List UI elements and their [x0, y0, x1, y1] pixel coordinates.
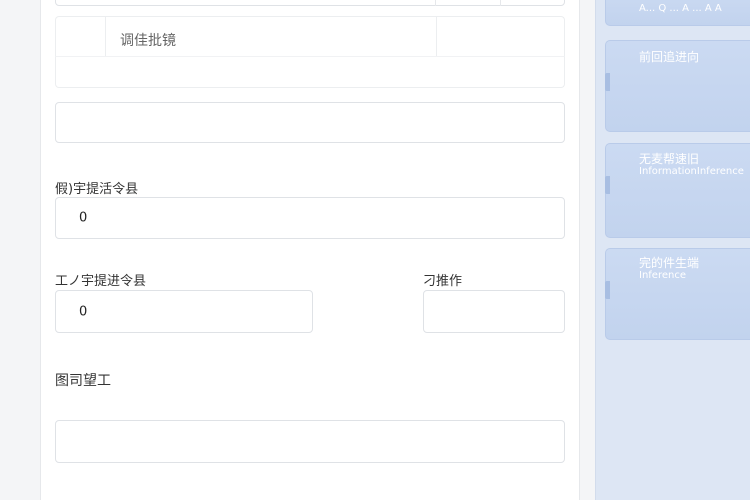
- field2-label: 工ノ宇提进令县: [55, 274, 147, 289]
- field4-input[interactable]: [55, 420, 565, 463]
- sidebar-card-3[interactable]: 完的件生端 Inference: [605, 248, 750, 340]
- top-field-divider: [500, 0, 501, 6]
- sidebar-card-3-subtitle: Inference: [639, 270, 686, 281]
- field1-input[interactable]: 0: [55, 197, 565, 239]
- top-field-divider: [435, 0, 436, 6]
- sidebar-card-0[interactable]: A... Q ... A ... A A: [605, 0, 750, 26]
- field3-label: 刁推作: [423, 274, 463, 289]
- search-row-prefix: [56, 17, 106, 57]
- sidebar-card-0-title: A... Q ... A ... A A: [639, 3, 722, 14]
- sidebar-card-2[interactable]: 无麦帮速旧 InformationInference: [605, 143, 750, 238]
- field4-label: 图司望工: [55, 373, 111, 389]
- sidebar-card-2-title: 无麦帮速旧: [639, 152, 700, 166]
- sidebar-card-1[interactable]: 前回追进向: [605, 40, 750, 132]
- card-tab-marker: [605, 176, 610, 194]
- card-tab-marker: [605, 73, 610, 91]
- card-tab-marker: [605, 281, 610, 299]
- field1-value: 0: [79, 210, 88, 226]
- sidebar-card-1-title: 前回追进向: [639, 50, 700, 64]
- field2-value: 0: [79, 304, 88, 319]
- blank-input-field[interactable]: [55, 102, 565, 143]
- sidebar-card-3-title: 完的件生端: [639, 256, 700, 270]
- sidebar-card-2-subtitle: InformationInference: [639, 166, 744, 177]
- field3-input[interactable]: [423, 290, 565, 333]
- top-input-field[interactable]: [55, 0, 565, 6]
- field1-label: 假)宇提活令县: [55, 182, 139, 197]
- search-row-suffix[interactable]: [436, 17, 564, 57]
- field2-input[interactable]: 0: [55, 290, 313, 333]
- search-sub-row[interactable]: [55, 56, 565, 88]
- search-row-label: 调佳批镜: [120, 33, 176, 49]
